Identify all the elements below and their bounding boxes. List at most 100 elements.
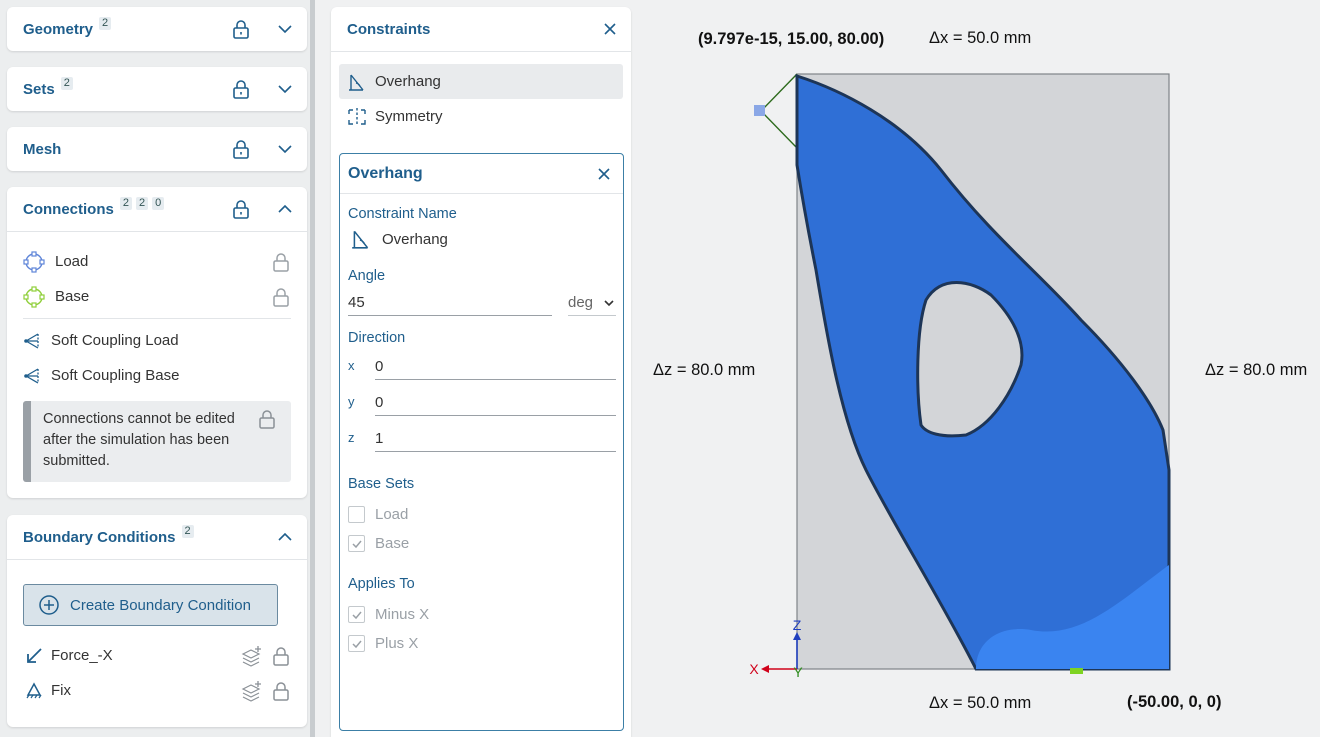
base-set-base-checkbox[interactable]: Base — [340, 529, 623, 558]
connections-badge-3: 0 — [152, 196, 165, 210]
load-point-marker — [754, 105, 765, 116]
lock-icon[interactable] — [231, 79, 251, 99]
boundary-condition-item-fix[interactable]: Fix — [7, 673, 307, 708]
constraint-label: Overhang — [375, 73, 441, 90]
base-set-icon — [23, 285, 45, 308]
connection-item-soft-coupling-load[interactable]: Soft Coupling Load — [7, 323, 307, 358]
layers-add-icon[interactable] — [241, 645, 263, 667]
geometry-section: Geometry 2 — [7, 7, 307, 51]
lock-icon[interactable] — [231, 199, 251, 219]
connection-label: Soft Coupling Base — [51, 367, 180, 384]
3d-viewport[interactable]: Z X Y (9.797e-15, 15.00, 80.00) Δx = 50.… — [641, 0, 1320, 737]
lock-icon — [273, 288, 289, 307]
sets-header[interactable]: Sets 2 — [7, 67, 307, 111]
symmetry-icon — [348, 107, 366, 126]
applies-plus-x-checkbox[interactable]: Plus X — [340, 629, 623, 658]
checkbox-label: Minus X — [375, 606, 430, 623]
direction-z-row: z 1 — [340, 424, 623, 460]
checkbox-box — [348, 635, 365, 652]
constraint-name-value-row: Overhang — [340, 222, 623, 256]
left-panel: Geometry 2 Sets 2 Mesh Connections 2 2 0 — [0, 0, 314, 737]
direction-label: Direction — [348, 330, 406, 346]
lock-icon[interactable] — [231, 139, 251, 159]
divider — [7, 559, 307, 560]
boundary-conditions-title: Boundary Conditions — [23, 528, 176, 546]
force-arrow-icon — [23, 645, 45, 667]
angle-row: 45 deg — [340, 284, 623, 324]
overhang-icon — [352, 230, 369, 249]
sets-title: Sets — [23, 80, 55, 98]
plus-circle-icon — [39, 595, 59, 615]
lock-icon — [273, 682, 289, 701]
connections-badge-2: 2 — [135, 196, 149, 210]
check-icon — [351, 640, 362, 648]
chevron-down-icon — [604, 300, 614, 307]
direction-x-label: x — [348, 358, 355, 373]
overhang-detail-panel: Overhang Constraint Name Overhang Angle … — [339, 153, 624, 731]
constraints-panel: Constraints Overhang Symmetry Overhang C… — [331, 7, 631, 737]
direction-y-input[interactable]: 0 — [375, 394, 616, 416]
geometry-title: Geometry — [23, 20, 94, 38]
angle-input[interactable]: 45 — [348, 294, 552, 316]
connection-label: Load — [55, 253, 89, 270]
close-icon[interactable] — [597, 167, 611, 181]
left-dz-dimension: Δz = 80.0 mm — [653, 361, 756, 379]
chevron-down-icon[interactable] — [277, 141, 293, 157]
boundary-conditions-header[interactable]: Boundary Conditions 2 — [7, 515, 307, 559]
panel-resize-handle[interactable] — [310, 0, 315, 737]
sets-count-badge: 2 — [60, 76, 73, 90]
axis-y-label: Y — [793, 664, 803, 680]
boundary-conditions-section: Boundary Conditions 2 Create Boundary Co… — [7, 515, 307, 727]
chevron-down-icon[interactable] — [277, 81, 293, 97]
boundary-condition-label: Force_-X — [51, 647, 113, 664]
check-icon — [351, 540, 362, 548]
fix-support-icon — [23, 680, 45, 702]
note-text: Connections cannot be edited after the s… — [43, 411, 235, 469]
base-set-load-checkbox[interactable]: Load — [340, 500, 623, 529]
connections-badge-1: 2 — [119, 196, 132, 210]
soft-coupling-icon — [23, 330, 41, 352]
chevron-up-icon[interactable] — [277, 529, 293, 545]
chevron-down-icon[interactable] — [277, 21, 293, 37]
lock-icon[interactable] — [231, 19, 251, 39]
angle-label: Angle — [348, 268, 386, 284]
connections-locked-note: Connections cannot be edited after the s… — [23, 401, 291, 482]
boundary-condition-item-force[interactable]: Force_-X — [7, 638, 307, 673]
axis-z-label: Z — [793, 617, 802, 633]
axis-x-label: X — [749, 661, 759, 677]
angle-unit-select[interactable]: deg — [568, 294, 616, 316]
constraint-name-value: Overhang — [382, 230, 448, 248]
connection-item-base[interactable]: Base — [7, 279, 307, 314]
angle-unit-value: deg — [568, 294, 594, 311]
direction-x-input[interactable]: 0 — [375, 358, 616, 380]
geometry-header[interactable]: Geometry 2 — [7, 7, 307, 51]
constraints-title: Constraints — [347, 20, 431, 38]
checkbox-label: Plus X — [375, 635, 419, 652]
create-boundary-condition-button[interactable]: Create Boundary Condition — [23, 584, 278, 626]
boundary-conditions-badge: 2 — [181, 524, 194, 538]
connections-title: Connections — [23, 200, 114, 218]
geometry-count-badge: 2 — [99, 16, 112, 30]
boundary-condition-label: Fix — [51, 682, 71, 699]
applies-minus-x-checkbox[interactable]: Minus X — [340, 600, 623, 629]
direction-z-input[interactable]: 1 — [375, 430, 616, 452]
chevron-up-icon[interactable] — [277, 201, 293, 217]
constraint-item-symmetry[interactable]: Symmetry — [339, 99, 623, 134]
base-point-marker — [1070, 668, 1083, 674]
base-sets-label: Base Sets — [348, 476, 415, 492]
constraint-name-label: Constraint Name — [348, 206, 457, 222]
connection-item-soft-coupling-base[interactable]: Soft Coupling Base — [7, 358, 307, 393]
top-dx-dimension: Δx = 50.0 mm — [929, 29, 1032, 47]
soft-coupling-icon — [23, 365, 41, 387]
constraint-item-overhang[interactable]: Overhang — [339, 64, 623, 99]
connection-item-load[interactable]: Load — [7, 244, 307, 279]
lock-icon — [273, 253, 289, 272]
layers-add-icon[interactable] — [241, 680, 263, 702]
mesh-header[interactable]: Mesh — [7, 127, 307, 171]
connections-section: Connections 2 2 0 Load Base Soft Couplin… — [7, 187, 307, 498]
connection-label: Soft Coupling Load — [51, 332, 179, 349]
direction-y-label: y — [348, 394, 355, 409]
connections-header[interactable]: Connections 2 2 0 — [7, 187, 307, 231]
create-boundary-condition-label: Create Boundary Condition — [70, 596, 251, 614]
close-icon[interactable] — [603, 22, 617, 36]
